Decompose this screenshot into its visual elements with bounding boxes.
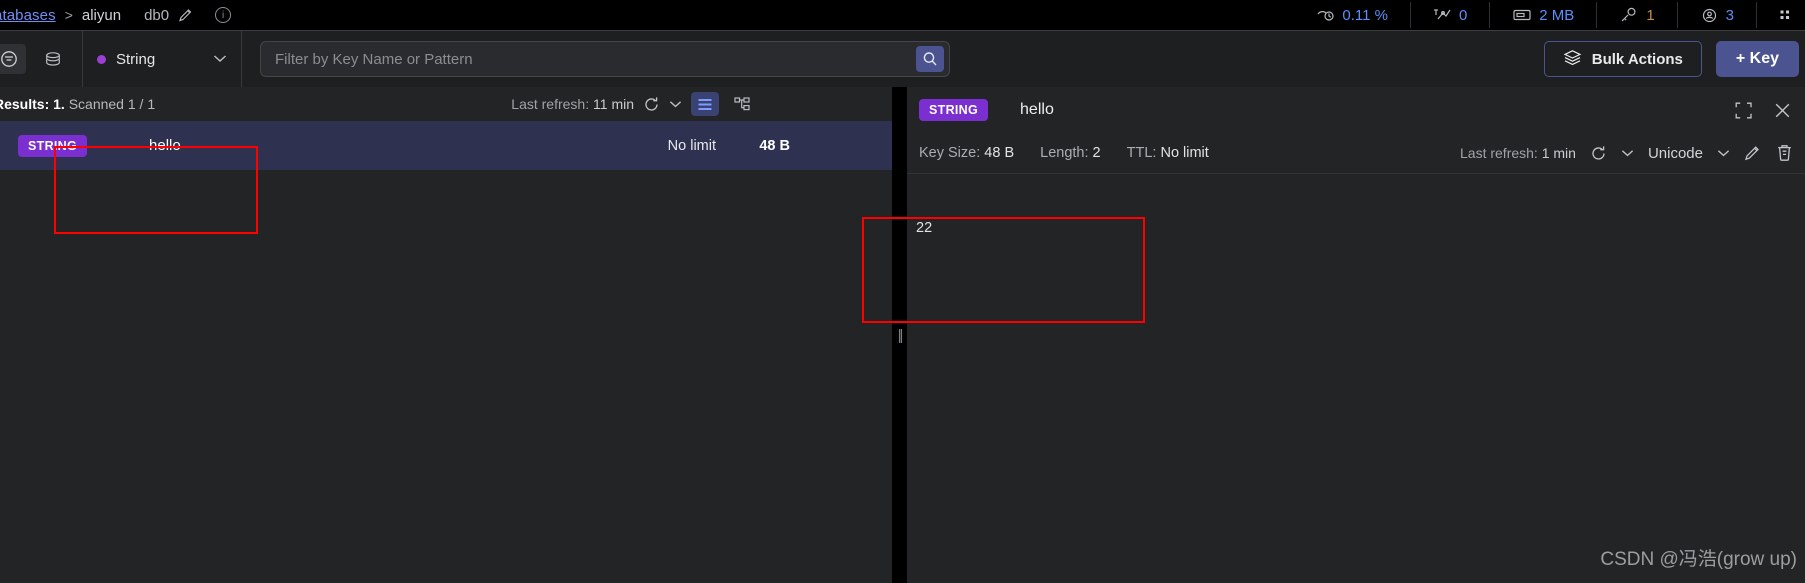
close-icon[interactable]: [1774, 102, 1791, 119]
detail-last-refresh-label: Last refresh:: [1460, 145, 1538, 161]
metric-clients: 3: [1678, 2, 1757, 28]
breadcrumb-connection-name: aliyun: [81, 6, 122, 24]
top-breadcrumb-bar: atabases > aliyun db0 i 0.11 % 0 2 MB 1 …: [0, 0, 1805, 30]
grid-dots-icon[interactable]: [1779, 9, 1791, 21]
results-summary: Results: 1. Scanned 1 / 1: [0, 96, 155, 112]
key-value[interactable]: 22: [916, 220, 932, 236]
key-search-box[interactable]: [260, 41, 950, 77]
key-details-header: STRING hello: [907, 87, 1805, 133]
table-row[interactable]: STRING hello No limit 48 B: [0, 121, 892, 170]
splitter-grip[interactable]: ||: [898, 327, 904, 344]
pencil-icon[interactable]: [1744, 144, 1762, 162]
encoding-select-label[interactable]: Unicode: [1648, 145, 1703, 162]
bulk-actions-button[interactable]: Bulk Actions: [1543, 41, 1702, 77]
metric-network: 0: [1411, 2, 1491, 28]
breadcrumb-databases-link[interactable]: atabases: [0, 7, 56, 24]
meta-ttl-value[interactable]: No limit: [1160, 145, 1208, 161]
database-stack-icon[interactable]: [36, 44, 70, 74]
key-name[interactable]: hello: [149, 137, 181, 154]
watermark: CSDN @冯浩(grow up): [1600, 549, 1797, 570]
filter-icon[interactable]: [0, 44, 26, 74]
meta-ttl-label: TTL:: [1126, 145, 1157, 161]
breadcrumb-separator: >: [64, 7, 73, 23]
detail-type-badge: STRING: [919, 99, 989, 121]
detail-header-actions: [1735, 87, 1791, 133]
meta-ttl[interactable]: TTL: No limit: [1127, 145, 1209, 161]
add-key-button[interactable]: + Key: [1715, 41, 1799, 77]
keys-list-pane: Results: 1. Scanned 1 / 1 Last refresh: …: [0, 87, 892, 583]
refresh-options-chevron-down-icon[interactable]: [669, 100, 682, 108]
search-input[interactable]: [275, 50, 916, 68]
search-icon[interactable]: [916, 46, 944, 72]
list-view-icon[interactable]: [691, 92, 719, 116]
fullscreen-icon[interactable]: [1735, 102, 1752, 119]
metric-memory-value: 2 MB: [1539, 6, 1575, 24]
key-value-area[interactable]: 22: [907, 173, 1805, 573]
metric-network-value: 0: [1458, 6, 1468, 24]
bulk-actions-label: Bulk Actions: [1591, 50, 1683, 68]
metric-overflow[interactable]: [1757, 2, 1805, 28]
tree-view-icon[interactable]: [728, 92, 756, 116]
last-refresh-label: Last refresh: 11 min: [511, 96, 634, 112]
metric-keys: 1: [1597, 2, 1678, 28]
meta-key-size-value: 48 B: [984, 145, 1015, 161]
chevron-down-icon[interactable]: [213, 52, 227, 66]
key-ttl: No limit: [667, 137, 716, 154]
meta-length-value: 2: [1092, 145, 1101, 161]
meta-key-size-label: Key Size:: [919, 145, 981, 161]
cpu-icon: [1316, 7, 1335, 24]
encoding-chevron-down-icon[interactable]: [1717, 149, 1730, 157]
key-type-select[interactable]: String: [82, 30, 242, 88]
key-size: 48 B: [759, 137, 790, 154]
breadcrumb-database: db0: [144, 6, 170, 24]
detail-last-refresh-value: 1 min: [1541, 145, 1576, 161]
detail-key-name[interactable]: hello: [1020, 101, 1054, 119]
detail-refresh-chevron-down-icon[interactable]: [1621, 149, 1634, 157]
server-metrics: 0.11 % 0 2 MB 1 3: [1294, 0, 1805, 30]
detail-refresh-icon[interactable]: [1590, 145, 1607, 162]
key-icon: [1619, 7, 1639, 24]
status-badge: STRING: [18, 134, 88, 157]
meta-length: Length: 2: [1040, 145, 1101, 161]
results-prefix: Results:: [0, 96, 50, 112]
info-icon[interactable]: i: [215, 7, 232, 23]
main-split: Results: 1. Scanned 1 / 1 Last refresh: …: [0, 87, 1805, 583]
key-details-pane: STRING hello Key Size: 48 B Length: 2 TT…: [907, 87, 1805, 583]
detail-meta-actions: Last refresh: 1 min Unicode: [1460, 133, 1793, 173]
toolbar-actions: Bulk Actions + Key: [1543, 41, 1799, 77]
keys-toolbar: String Bulk Actions + Key: [0, 30, 1805, 88]
pencil-icon[interactable]: [178, 7, 194, 23]
detail-last-refresh: Last refresh: 1 min: [1460, 145, 1576, 161]
pane-splitter[interactable]: ||: [892, 87, 907, 583]
metric-clients-value: 3: [1725, 6, 1734, 24]
trash-icon[interactable]: [1776, 144, 1793, 162]
results-count: 1.: [53, 96, 65, 112]
type-color-dot: [97, 54, 106, 64]
key-metadata-row: Key Size: 48 B Length: 2 TTL: No limit L…: [907, 133, 1805, 173]
results-scanned: Scanned 1 / 1: [68, 96, 156, 112]
layers-icon: [1563, 49, 1582, 70]
meta-length-label: Length:: [1040, 145, 1089, 161]
breadcrumb: atabases > aliyun db0 i: [0, 6, 232, 24]
refresh-icon[interactable]: [643, 96, 660, 113]
meta-key-size: Key Size: 48 B: [919, 145, 1014, 161]
metric-cpu-value: 0.11 %: [1342, 6, 1388, 24]
key-type-label: String: [116, 50, 156, 68]
metric-memory: 2 MB: [1490, 2, 1598, 28]
metric-keys-value: 1: [1646, 6, 1655, 24]
results-header-actions: Last refresh: 11 min: [511, 87, 756, 121]
clients-icon: [1700, 7, 1719, 24]
results-header: Results: 1. Scanned 1 / 1 Last refresh: …: [0, 87, 892, 121]
memory-icon: [1512, 7, 1532, 23]
last-refresh-text: Last refresh:: [511, 96, 590, 112]
last-refresh-value: 11 min: [593, 96, 634, 112]
network-icon: [1433, 7, 1452, 24]
metric-cpu: 0.11 %: [1294, 2, 1411, 28]
